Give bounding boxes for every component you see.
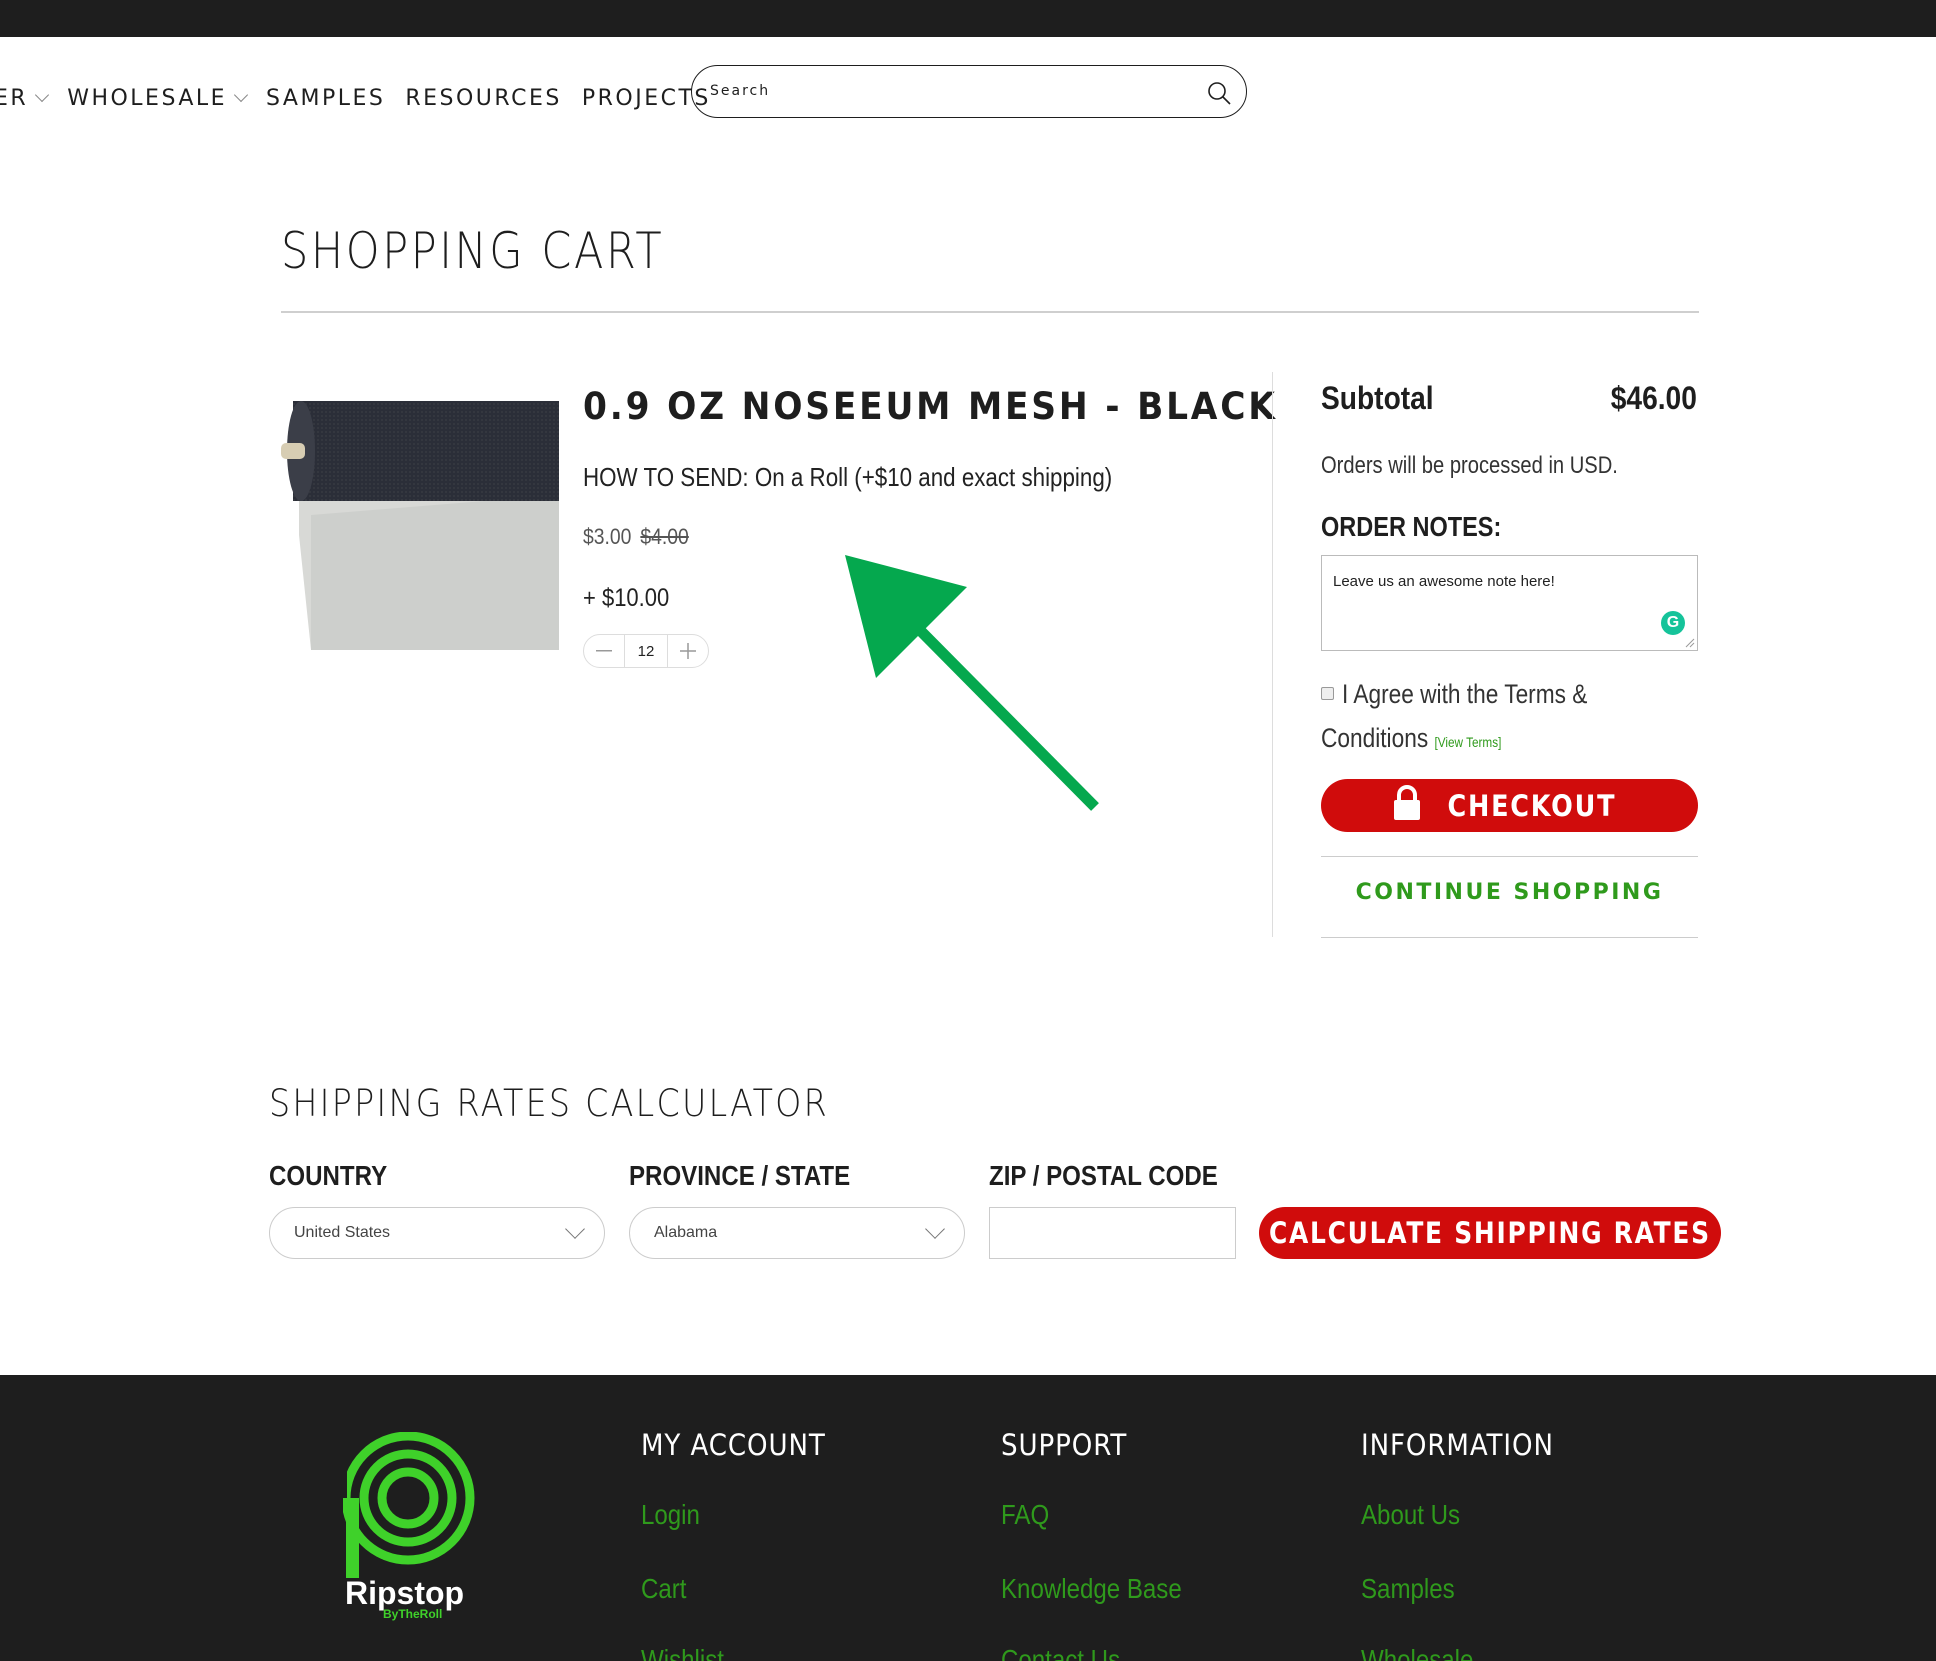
- country-select[interactable]: United States: [269, 1207, 605, 1259]
- quantity-stepper: 12: [583, 634, 709, 668]
- footer-col-title: SUPPORT: [1001, 1428, 1128, 1462]
- nav-item-label: ER: [0, 85, 29, 111]
- compare-price: $4.00: [640, 524, 689, 549]
- province-label: PROVINCE / STATE: [629, 1160, 851, 1191]
- chevron-down-icon: [233, 87, 249, 103]
- currency-note: Orders will be processed in USD.: [1321, 452, 1618, 479]
- province-value: Alabama: [654, 1224, 718, 1241]
- footer-link-cart[interactable]: Cart: [641, 1573, 686, 1605]
- order-notes-label: ORDER NOTES:: [1321, 511, 1502, 542]
- price-row: $3.00 $4.00: [583, 524, 689, 550]
- resize-handle-icon[interactable]: [1685, 638, 1695, 648]
- footer-link-wishlist[interactable]: Wishlist: [641, 1644, 724, 1661]
- divider: [281, 311, 1699, 313]
- chevron-down-icon: [925, 1219, 945, 1239]
- chevron-down-icon: [35, 87, 50, 103]
- logo-subtext: ByTheRoll: [383, 1607, 442, 1621]
- main-nav: ER WHOLESALE SAMPLES RESOURCES PROJECTS: [0, 82, 731, 114]
- product-image[interactable]: [281, 395, 559, 650]
- footer-link-wholesale[interactable]: Wholesale: [1361, 1644, 1473, 1661]
- top-bar: [0, 0, 1936, 37]
- country-label: COUNTRY: [269, 1160, 388, 1191]
- view-terms-link[interactable]: [View Terms]: [1434, 734, 1501, 750]
- checkout-button[interactable]: CHECKOUT: [1321, 779, 1698, 832]
- terms-label: Conditions: [1321, 723, 1429, 753]
- zip-field[interactable]: [989, 1207, 1236, 1259]
- nav-item-wholesale[interactable]: WHOLESALE: [67, 85, 249, 111]
- calculate-shipping-label: CALCULATE SHIPPING RATES: [1269, 1216, 1711, 1250]
- order-notes: Leave us an awesome note here! G: [1321, 555, 1698, 651]
- footer-col-title: MY ACCOUNT: [641, 1428, 826, 1462]
- terms-checkbox[interactable]: [1321, 687, 1334, 701]
- divider: [1321, 856, 1698, 857]
- nav-item-label: RESOURCES: [405, 85, 562, 111]
- minus-icon[interactable]: [584, 634, 624, 668]
- footer-link-login[interactable]: Login: [641, 1499, 700, 1531]
- shipping-calculator-title: SHIPPING RATES CALCULATOR: [269, 1082, 830, 1125]
- chevron-down-icon: [565, 1219, 585, 1239]
- lock-icon: [1393, 784, 1420, 820]
- product-option: HOW TO SEND: On a Roll (+$10 and exact s…: [583, 462, 1113, 492]
- quantity-input[interactable]: 12: [624, 635, 668, 667]
- subtotal-value: $46.00: [1610, 380, 1697, 416]
- green-arrow-icon: [845, 555, 1099, 811]
- terms-label: I Agree with the Terms &: [1342, 679, 1588, 709]
- divider: [1321, 937, 1698, 938]
- nav-item-samples[interactable]: SAMPLES: [266, 86, 385, 111]
- province-select[interactable]: Alabama: [629, 1207, 965, 1259]
- footer-link-contact[interactable]: Contact Us: [1001, 1644, 1120, 1661]
- zip-label: ZIP / POSTAL CODE: [989, 1160, 1218, 1191]
- search-bar: [691, 65, 1247, 118]
- nav-item-label: SAMPLES: [266, 85, 386, 111]
- footer-link-about[interactable]: About Us: [1361, 1499, 1460, 1531]
- nav-item-label: WHOLESALE: [67, 85, 228, 111]
- search-input[interactable]: [710, 76, 1170, 106]
- grammarly-icon[interactable]: G: [1661, 611, 1685, 635]
- divider: [1272, 372, 1273, 937]
- page-title: SHOPPING CART: [281, 222, 665, 280]
- plus-icon[interactable]: [668, 634, 708, 668]
- nav-item-resources[interactable]: RESOURCES: [405, 86, 562, 111]
- footer-link-knowledge-base[interactable]: Knowledge Base: [1001, 1573, 1182, 1605]
- footer-link-samples[interactable]: Samples: [1361, 1573, 1455, 1605]
- product-title[interactable]: 0.9 OZ NOSEEUM MESH - BLACK: [583, 385, 1278, 428]
- sale-price: $3.00: [583, 524, 632, 549]
- footer-link-faq[interactable]: FAQ: [1001, 1499, 1049, 1531]
- country-value: United States: [294, 1224, 391, 1241]
- continue-shopping-link[interactable]: CONTINUE SHOPPING: [1321, 880, 1698, 905]
- ripstop-logo[interactable]: Ripstop ByTheRoll: [343, 1432, 483, 1622]
- subtotal-label: Subtotal: [1321, 380, 1434, 416]
- logo-text: Ripstop: [345, 1575, 464, 1611]
- addon-price: + $10.00: [583, 584, 670, 612]
- checkout-label: CHECKOUT: [1447, 788, 1616, 823]
- footer-col-title: INFORMATION: [1361, 1428, 1554, 1462]
- search-icon[interactable]: [1206, 80, 1232, 106]
- calculate-shipping-button[interactable]: CALCULATE SHIPPING RATES: [1259, 1207, 1721, 1259]
- footer: [0, 1375, 1936, 1661]
- order-notes-textarea[interactable]: Leave us an awesome note here!: [1322, 556, 1697, 650]
- terms-agreement: I Agree with the Terms & Conditions [Vie…: [1321, 672, 1701, 764]
- nav-item-partial[interactable]: ER: [0, 85, 50, 111]
